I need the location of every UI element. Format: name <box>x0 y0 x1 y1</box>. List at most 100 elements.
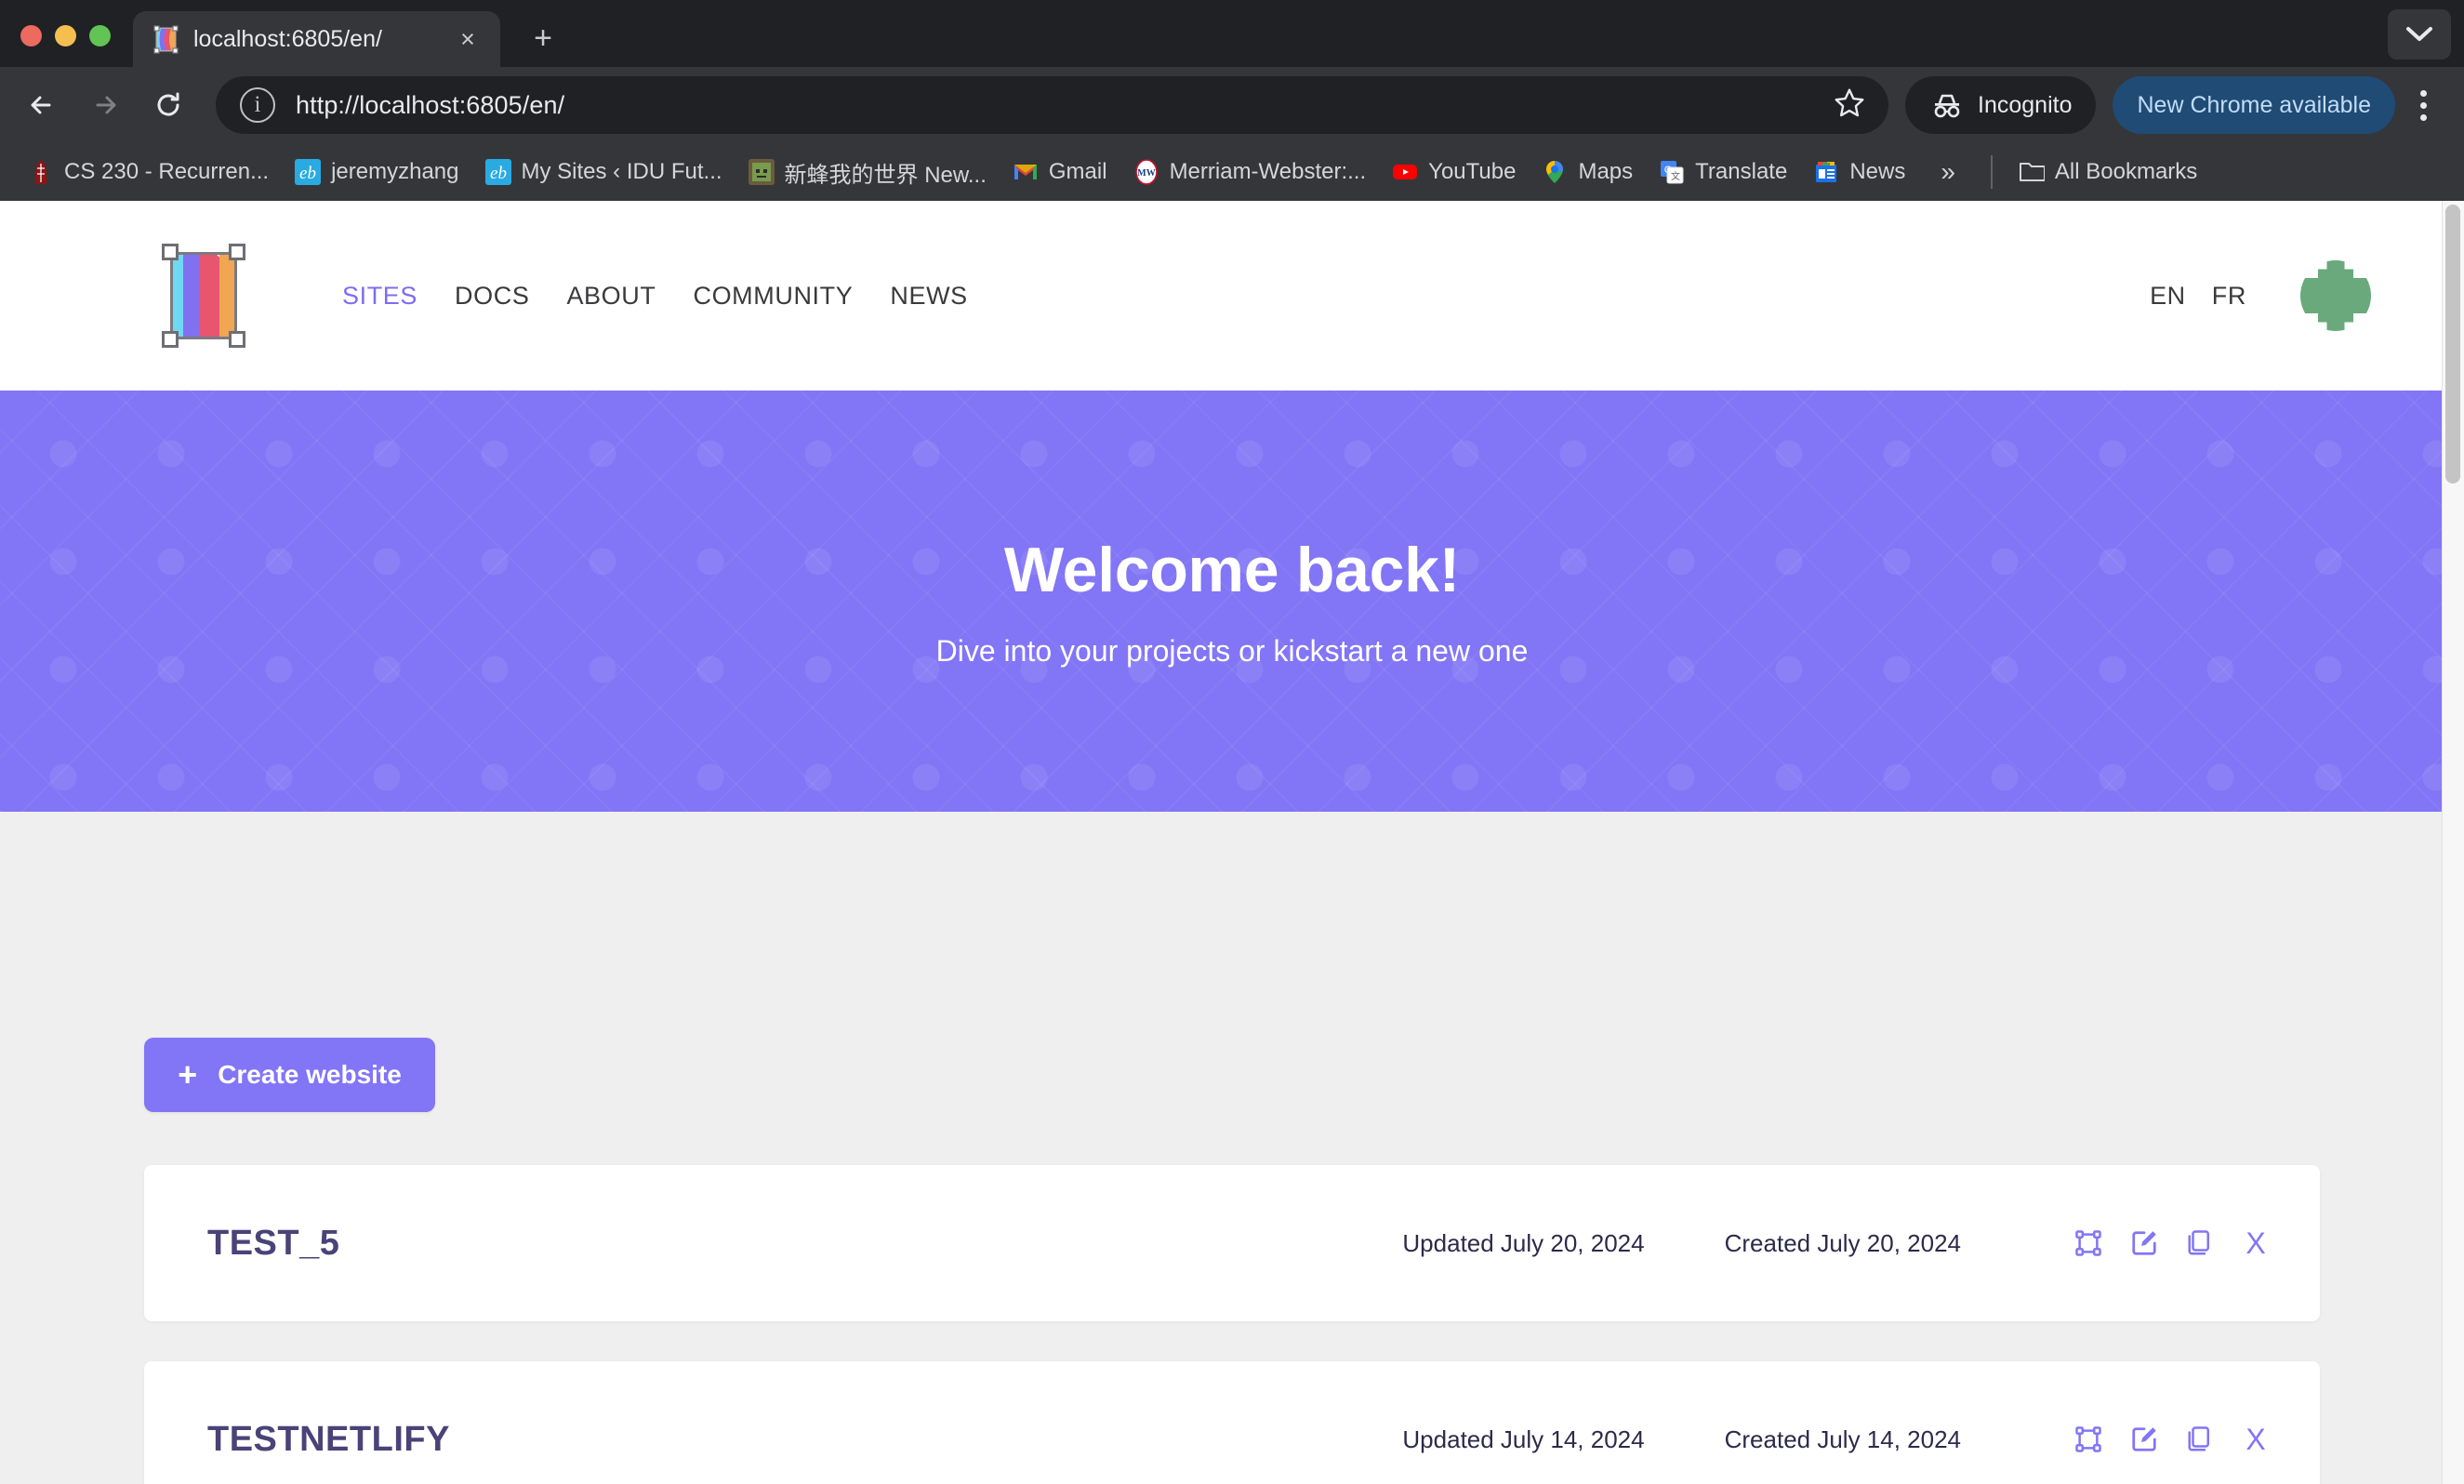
bookmarks-bar: CS 230 - Recurren... eb jeremyzhang eb M… <box>0 143 2464 201</box>
site-name: TEST_5 <box>207 1224 339 1264</box>
hero-subtitle: Dive into your projects or kickstart a n… <box>936 634 1529 669</box>
nav-item-sites[interactable]: SITES <box>324 282 436 311</box>
forward-arrow-icon <box>88 88 122 122</box>
info-icon[interactable]: i <box>240 87 275 123</box>
language-en[interactable]: EN <box>2137 282 2199 311</box>
site-created-date: Created July 20, 2024 <box>1725 1229 1961 1258</box>
gmail-icon <box>1013 159 1039 185</box>
bookmark-item[interactable]: Maps <box>1529 150 1646 194</box>
artboard-logo[interactable] <box>158 242 249 350</box>
page-viewport: SITES DOCS ABOUT COMMUNITY NEWS EN FR <box>0 201 2464 1484</box>
bookmark-item[interactable]: eb My Sites ‹ IDU Fut... <box>472 150 735 194</box>
page-scrollbar-track[interactable] <box>2442 201 2464 1484</box>
site-meta: Updated July 20, 2024 Created July 20, 2… <box>1402 1227 2272 1259</box>
logo-frame <box>170 252 237 339</box>
bookmark-item[interactable]: Gmail <box>1000 150 1120 194</box>
hero-title: Welcome back! <box>1004 534 1460 606</box>
bookmark-item[interactable]: YouTube <box>1379 150 1529 194</box>
nav-item-news[interactable]: NEWS <box>871 282 986 311</box>
logo-band-orange <box>219 252 237 339</box>
star-icon <box>1833 86 1866 120</box>
bookmark-star-button[interactable] <box>1825 86 1874 125</box>
new-tab-button[interactable]: + <box>524 22 562 54</box>
reload-button[interactable] <box>139 76 197 134</box>
svg-text:文: 文 <box>1671 170 1680 182</box>
open-in-editor-icon[interactable] <box>2073 1424 2104 1455</box>
svg-text:MW: MW <box>1137 168 1155 179</box>
duplicate-icon[interactable] <box>2184 1227 2216 1259</box>
chrome-update-label: New Chrome available <box>2137 92 2371 119</box>
site-row-actions: X <box>2073 1227 2272 1259</box>
duplicate-icon[interactable] <box>2184 1424 2216 1455</box>
minimize-window-button[interactable] <box>55 25 76 46</box>
nav-item-community[interactable]: COMMUNITY <box>674 282 871 311</box>
bookmark-item[interactable]: eb jeremyzhang <box>282 150 471 194</box>
url-text[interactable]: http://localhost:6805/en/ <box>296 91 1805 120</box>
site-list: TEST_5 Updated July 20, 2024 Created Jul… <box>144 1165 2320 1484</box>
close-tab-icon[interactable]: × <box>452 27 484 52</box>
window-controls <box>20 25 111 67</box>
google-news-icon <box>1813 159 1839 185</box>
site-name: TESTNETLIFY <box>207 1420 450 1460</box>
eb-icon: eb <box>295 159 321 185</box>
all-bookmarks-button[interactable]: All Bookmarks <box>2006 150 2210 194</box>
bookmark-label: jeremyzhang <box>331 159 458 185</box>
site-created-date: Created July 14, 2024 <box>1725 1425 1961 1454</box>
bookmarks-divider <box>1991 155 1993 189</box>
bookmark-label: Gmail <box>1049 159 1107 185</box>
site-updated-date: Updated July 14, 2024 <box>1402 1425 1644 1454</box>
svg-text:eb: eb <box>299 164 316 183</box>
maximize-window-button[interactable] <box>89 25 111 46</box>
incognito-indicator[interactable]: Incognito <box>1905 76 2096 134</box>
tab-strip: localhost:6805/en/ × + <box>0 0 2464 67</box>
youtube-icon <box>1392 159 1418 185</box>
site-card[interactable]: TEST_5 Updated July 20, 2024 Created Jul… <box>144 1165 2320 1321</box>
edit-icon[interactable] <box>2128 1424 2160 1455</box>
user-avatar-identicon[interactable] <box>2300 260 2371 331</box>
back-arrow-icon <box>25 88 59 122</box>
delete-icon[interactable]: X <box>2240 1227 2272 1259</box>
sites-logo-favicon <box>153 25 179 54</box>
create-website-button[interactable]: + Create website <box>144 1038 435 1112</box>
chrome-menu-button[interactable] <box>2403 76 2444 134</box>
site-header: SITES DOCS ABOUT COMMUNITY NEWS EN FR <box>0 201 2464 391</box>
address-bar[interactable]: i http://localhost:6805/en/ <box>216 76 1888 134</box>
bookmark-label: CS 230 - Recurren... <box>64 159 269 185</box>
minecraft-icon <box>748 159 775 185</box>
site-card[interactable]: TESTNETLIFY Updated July 14, 2024 Create… <box>144 1361 2320 1484</box>
page-scrollbar-thumb[interactable] <box>2445 205 2460 484</box>
stanford-icon <box>28 159 54 185</box>
language-fr[interactable]: FR <box>2199 282 2259 311</box>
bookmark-item[interactable]: News <box>1800 150 1918 194</box>
close-window-button[interactable] <box>20 25 42 46</box>
logo-handle-top-right <box>229 244 245 260</box>
bookmark-item[interactable]: 新蜂我的世界 New... <box>735 150 1000 194</box>
browser-tab[interactable]: localhost:6805/en/ × <box>133 11 500 67</box>
bookmarks-overflow-button[interactable]: » <box>1918 157 1978 187</box>
back-button[interactable] <box>13 76 71 134</box>
incognito-hat-icon <box>1929 91 1965 119</box>
bookmark-item[interactable]: MW Merriam-Webster:... <box>1120 150 1380 194</box>
browser-window: localhost:6805/en/ × + <box>0 0 2464 1484</box>
svg-text:eb: eb <box>490 164 507 183</box>
tab-search-button[interactable] <box>2388 9 2451 60</box>
site-updated-date: Updated July 20, 2024 <box>1402 1229 1644 1258</box>
site-row-actions: X <box>2073 1424 2272 1455</box>
main-content: + Create website TEST_5 Updated July 20,… <box>0 1038 2464 1484</box>
all-bookmarks-label: All Bookmarks <box>2055 159 2197 185</box>
chrome-update-button[interactable]: New Chrome available <box>2113 76 2395 134</box>
delete-icon[interactable]: X <box>2240 1424 2272 1455</box>
bookmark-label: My Sites ‹ IDU Fut... <box>522 159 722 185</box>
edit-icon[interactable] <box>2128 1227 2160 1259</box>
google-translate-icon: G 文 <box>1659 159 1685 185</box>
bookmark-item[interactable]: CS 230 - Recurren... <box>15 150 282 194</box>
incognito-label: Incognito <box>1978 92 2072 119</box>
bookmark-item[interactable]: G 文 Translate <box>1646 150 1800 194</box>
nav-item-about[interactable]: ABOUT <box>548 282 674 311</box>
open-in-editor-icon[interactable] <box>2073 1227 2104 1259</box>
eb-icon: eb <box>485 159 511 185</box>
merriam-webster-icon: MW <box>1133 159 1159 185</box>
hero-banner: Welcome back! Dive into your projects or… <box>0 391 2464 812</box>
forward-button[interactable] <box>76 76 134 134</box>
nav-item-docs[interactable]: DOCS <box>436 282 548 311</box>
